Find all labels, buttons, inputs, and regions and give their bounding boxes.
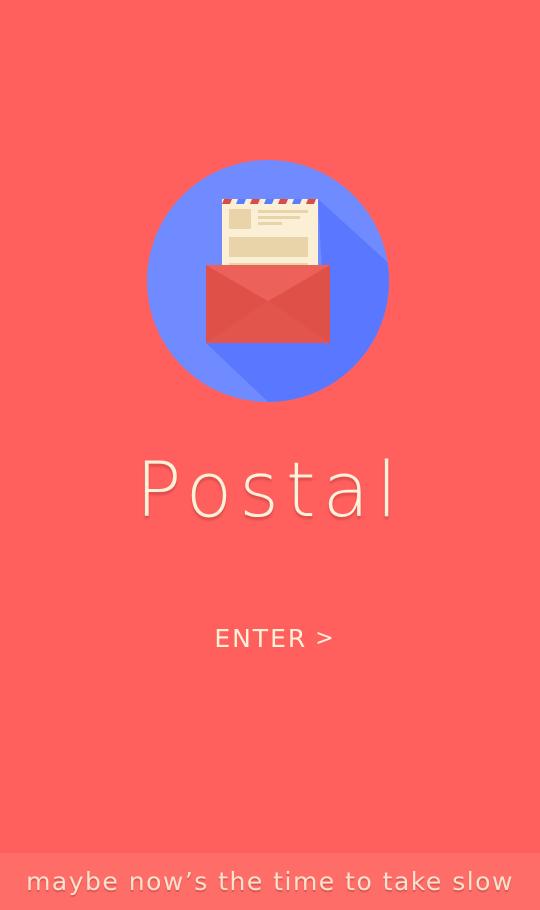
app-title: Postal [135,445,405,534]
envelope-letter-icon [147,160,389,402]
app-logo [146,159,390,403]
tagline: maybe now’s the time to take slow [26,867,514,896]
footer-bar: maybe now’s the time to take slow [0,853,540,910]
enter-label: ENTER [214,623,308,653]
splash-screen: Postal ENTER > maybe now’s the time to t… [0,0,540,910]
chevron-right-icon: > [315,625,336,651]
enter-button[interactable]: ENTER > [200,614,350,662]
